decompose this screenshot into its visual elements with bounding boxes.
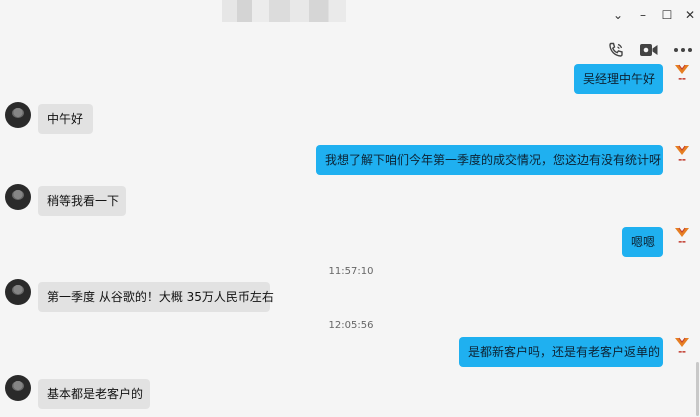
blurred-contact-name xyxy=(222,0,346,22)
logo-caption: ▬▬ xyxy=(678,157,686,162)
message-timestamp: 12:05:56 xyxy=(328,320,374,331)
chevron-down-icon[interactable]: ⌄ xyxy=(607,5,629,25)
message-bubble-outgoing[interactable]: 是都新客户吗，还是有老客户返单的 xyxy=(459,337,663,367)
message-bubble-incoming[interactable]: 中午好 xyxy=(38,104,93,134)
company-logo-icon xyxy=(675,337,689,347)
more-icon xyxy=(674,48,692,52)
voice-call-icon xyxy=(609,42,623,57)
message-bubble-incoming[interactable]: 基本都是老客户的 xyxy=(38,379,150,409)
title-bar: ⌄ – ☐ ✕ xyxy=(0,0,700,30)
scrollbar-thumb[interactable] xyxy=(696,362,699,416)
company-logo-icon xyxy=(675,145,689,155)
message-bubble-incoming[interactable]: 第一季度 从谷歌的！大概 35万人民币左右 xyxy=(38,282,274,312)
message-bubble-incoming[interactable]: 稍等我看一下 xyxy=(38,186,126,216)
video-call-button[interactable] xyxy=(637,38,661,62)
video-call-icon xyxy=(640,44,658,56)
avatar-self[interactable]: ▬▬ xyxy=(670,335,694,359)
avatar-contact[interactable] xyxy=(5,102,31,128)
avatar-self[interactable]: ▬▬ xyxy=(670,143,694,167)
more-button[interactable] xyxy=(671,38,695,62)
minimize-button[interactable]: – xyxy=(632,5,654,25)
logo-caption: ▬▬ xyxy=(678,349,686,354)
message-timestamp: 11:57:10 xyxy=(328,266,374,277)
message-bubble-outgoing[interactable]: 嗯嗯 xyxy=(622,227,663,257)
company-logo-icon xyxy=(675,64,689,74)
avatar-self[interactable]: ▬▬ xyxy=(670,225,694,249)
voice-call-button[interactable] xyxy=(604,38,628,62)
avatar-contact[interactable] xyxy=(5,279,31,305)
close-button[interactable]: ✕ xyxy=(679,5,700,25)
company-logo-icon xyxy=(675,227,689,237)
logo-caption: ▬▬ xyxy=(678,76,686,81)
message-bubble-outgoing[interactable]: 我想了解下咱们今年第一季度的成交情况，您这边有没有统计呀 xyxy=(316,145,663,175)
logo-caption: ▬▬ xyxy=(678,239,686,244)
avatar-self[interactable]: ▬▬ xyxy=(670,62,694,86)
message-bubble-outgoing[interactable]: 吴经理中午好 xyxy=(574,64,663,94)
maximize-button[interactable]: ☐ xyxy=(656,5,678,25)
avatar-contact[interactable] xyxy=(5,184,31,210)
avatar-contact[interactable] xyxy=(5,375,31,401)
